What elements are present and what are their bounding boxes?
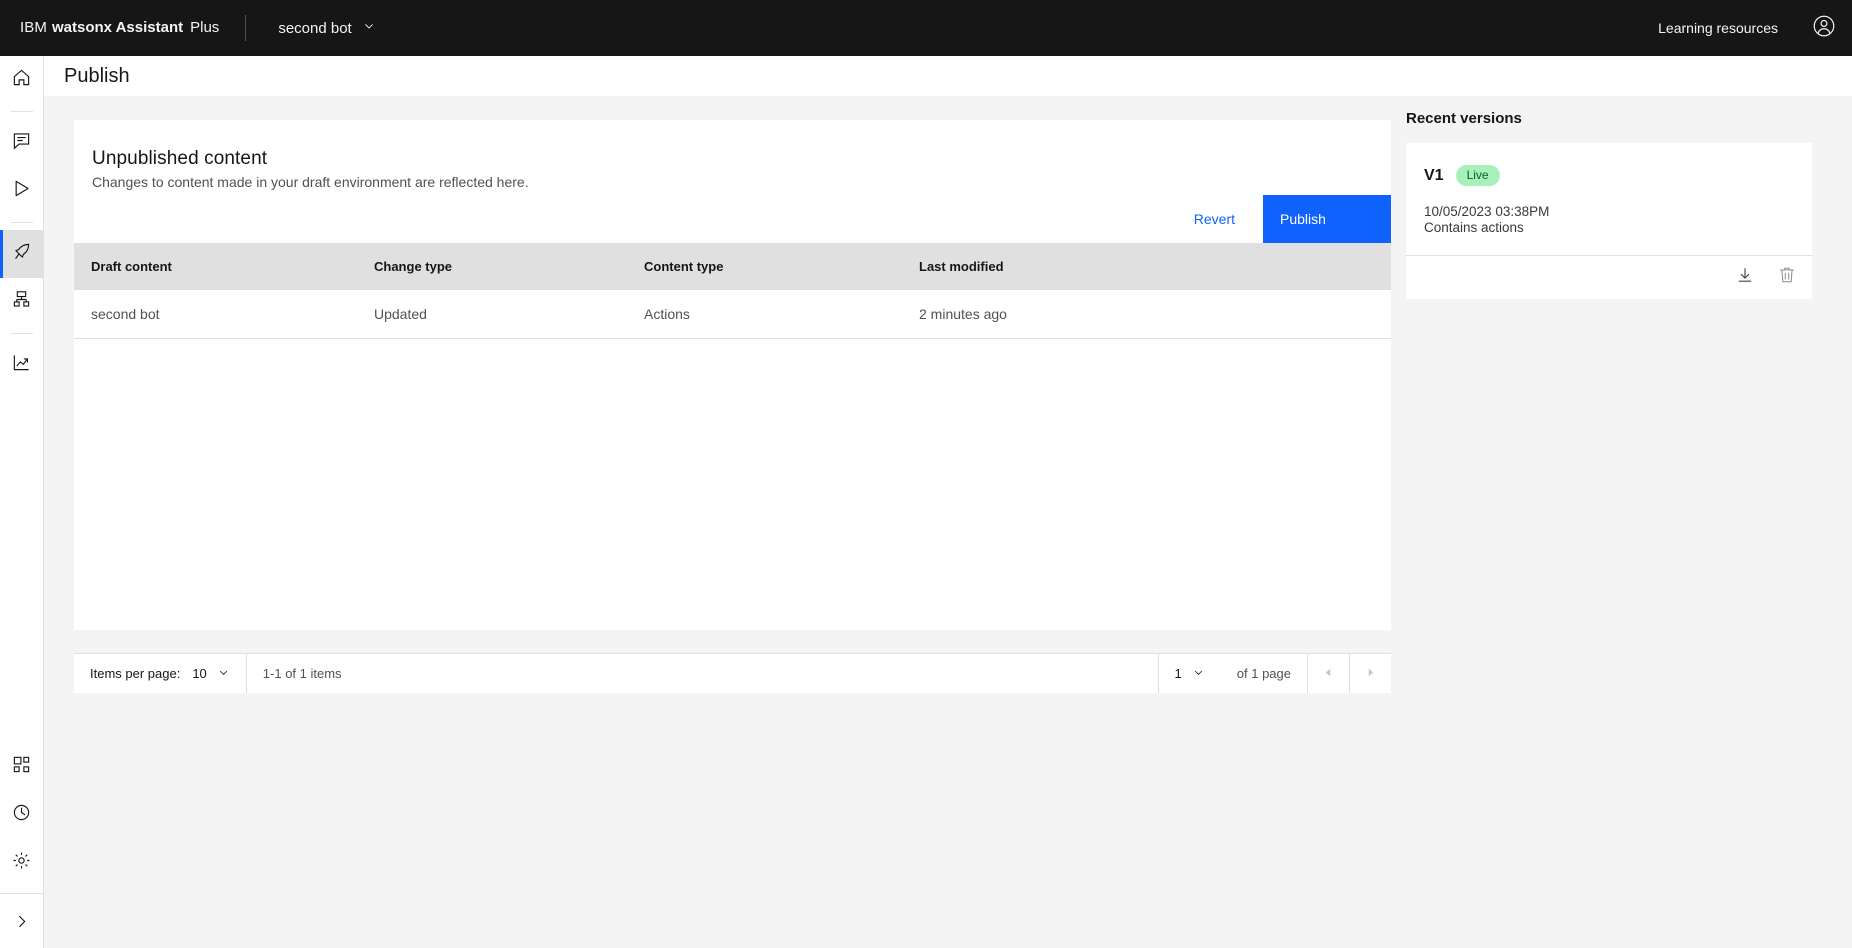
version-header-row: V1 Live xyxy=(1424,165,1794,186)
unpublished-content-table: Draft content Change type Content type L… xyxy=(74,243,1391,339)
chevron-right-icon xyxy=(13,913,30,935)
column-header-content-type[interactable]: Content type xyxy=(627,243,902,290)
sidebar-expand-button[interactable] xyxy=(0,900,43,948)
next-page-button[interactable] xyxy=(1350,654,1391,693)
apps-grid-icon xyxy=(12,755,31,779)
download-version-button[interactable] xyxy=(1728,261,1762,295)
brand-product: watsonx Assistant xyxy=(51,19,184,36)
app-header: IBM watsonx Assistant Plus second bot Le… xyxy=(0,0,1852,56)
page-number-select[interactable]: 1 xyxy=(1159,654,1221,693)
clock-icon xyxy=(12,803,31,827)
cell-draft-content: second bot xyxy=(74,290,357,339)
sidebar-item-history[interactable] xyxy=(0,791,43,839)
rocket-icon xyxy=(12,242,31,266)
brand-plan: Plus xyxy=(190,19,220,36)
items-per-page-group: Items per page: 10 xyxy=(74,654,246,693)
page-number-value: 1 xyxy=(1174,666,1182,681)
column-header-draft-content[interactable]: Draft content xyxy=(74,243,357,290)
sidebar-item-integrations[interactable] xyxy=(0,278,43,326)
caret-right-icon xyxy=(1365,666,1376,681)
column-header-last-modified[interactable]: Last modified xyxy=(902,243,1391,290)
bot-switcher-label: second bot xyxy=(278,19,352,37)
previous-page-button[interactable] xyxy=(1308,654,1349,693)
header-right: Learning resources xyxy=(1640,0,1852,56)
left-navigation-rail xyxy=(0,56,44,948)
sidebar-item-apps[interactable] xyxy=(0,743,43,791)
sidebar-item-publish[interactable] xyxy=(0,230,43,278)
pagination-range-text: 1-1 of 1 items xyxy=(262,666,342,681)
chevron-down-icon xyxy=(362,19,376,38)
chevron-down-icon xyxy=(1192,666,1205,682)
revert-button[interactable]: Revert xyxy=(1165,195,1263,243)
play-icon xyxy=(12,179,31,203)
pagination-controls: 1 of 1 page xyxy=(1157,654,1391,693)
version-name: V1 xyxy=(1424,166,1444,184)
publish-button[interactable]: Publish xyxy=(1263,195,1391,243)
learning-resources-link[interactable]: Learning resources xyxy=(1640,0,1796,56)
rail-separator xyxy=(10,222,33,223)
status-badge: Live xyxy=(1455,165,1500,186)
page-title: Publish xyxy=(64,64,130,87)
cell-change-type: Updated xyxy=(357,290,627,339)
version-card-body: V1 Live 10/05/2023 03:38PM Contains acti… xyxy=(1406,143,1812,255)
sidebar-item-analytics[interactable] xyxy=(0,341,43,389)
pagination-bar: Items per page: 10 1-1 of 1 items 1 of 1… xyxy=(74,653,1391,693)
version-card: V1 Live 10/05/2023 03:38PM Contains acti… xyxy=(1406,143,1812,299)
page-body: Unpublished content Changes to content m… xyxy=(44,96,1852,948)
items-per-page-value: 10 xyxy=(192,666,207,681)
account-button[interactable] xyxy=(1796,0,1852,56)
rail-bottom-group xyxy=(0,743,43,948)
chevron-down-icon xyxy=(217,666,230,682)
trash-icon xyxy=(1778,266,1796,289)
page-total-text: of 1 page xyxy=(1236,666,1291,681)
sidebar-item-home[interactable] xyxy=(0,56,43,104)
cell-last-modified: 2 minutes ago xyxy=(902,290,1391,339)
chat-icon xyxy=(12,131,31,155)
sidebar-item-assistants[interactable] xyxy=(0,119,43,167)
bot-switcher[interactable]: second bot xyxy=(268,0,385,56)
version-date: 10/05/2023 03:38PM xyxy=(1424,204,1550,219)
version-contents: Contains actions xyxy=(1424,220,1524,235)
delete-version-button[interactable] xyxy=(1770,261,1804,295)
header-divider xyxy=(245,15,247,41)
recent-versions-title: Recent versions xyxy=(1406,110,1522,127)
version-card-actions xyxy=(1406,255,1812,299)
page-title-bar: Publish xyxy=(44,56,1852,96)
recent-versions-panel: Recent versions V1 Live 10/05/2023 03:38… xyxy=(1406,100,1826,299)
unpublished-content-card: Unpublished content Changes to content m… xyxy=(74,120,1391,630)
rail-separator xyxy=(10,111,33,112)
gear-icon xyxy=(12,851,31,875)
integrations-icon xyxy=(12,290,31,314)
rail-separator xyxy=(0,893,43,894)
brand: IBM watsonx Assistant Plus xyxy=(0,0,219,56)
unpublished-content-subtitle: Changes to content made in your draft en… xyxy=(92,174,529,190)
caret-left-icon xyxy=(1323,666,1334,681)
download-icon xyxy=(1736,266,1754,289)
card-header: Unpublished content Changes to content m… xyxy=(74,120,1391,190)
cell-content-type: Actions xyxy=(627,290,902,339)
table-header-row: Draft content Change type Content type L… xyxy=(74,243,1391,290)
user-avatar-icon xyxy=(1812,14,1836,43)
analytics-icon xyxy=(12,353,31,377)
unpublished-content-title: Unpublished content xyxy=(92,148,268,169)
brand-ibm: IBM xyxy=(20,19,47,36)
rail-separator xyxy=(10,333,33,334)
column-header-change-type[interactable]: Change type xyxy=(357,243,627,290)
sidebar-item-preview[interactable] xyxy=(0,167,43,215)
table-row[interactable]: second bot Updated Actions 2 minutes ago xyxy=(74,290,1391,339)
items-per-page-select[interactable]: 10 xyxy=(192,666,229,682)
sidebar-item-settings[interactable] xyxy=(0,839,43,887)
items-per-page-label: Items per page: xyxy=(90,666,181,681)
home-icon xyxy=(12,68,31,92)
card-toolbar: Revert Publish xyxy=(1165,195,1391,243)
